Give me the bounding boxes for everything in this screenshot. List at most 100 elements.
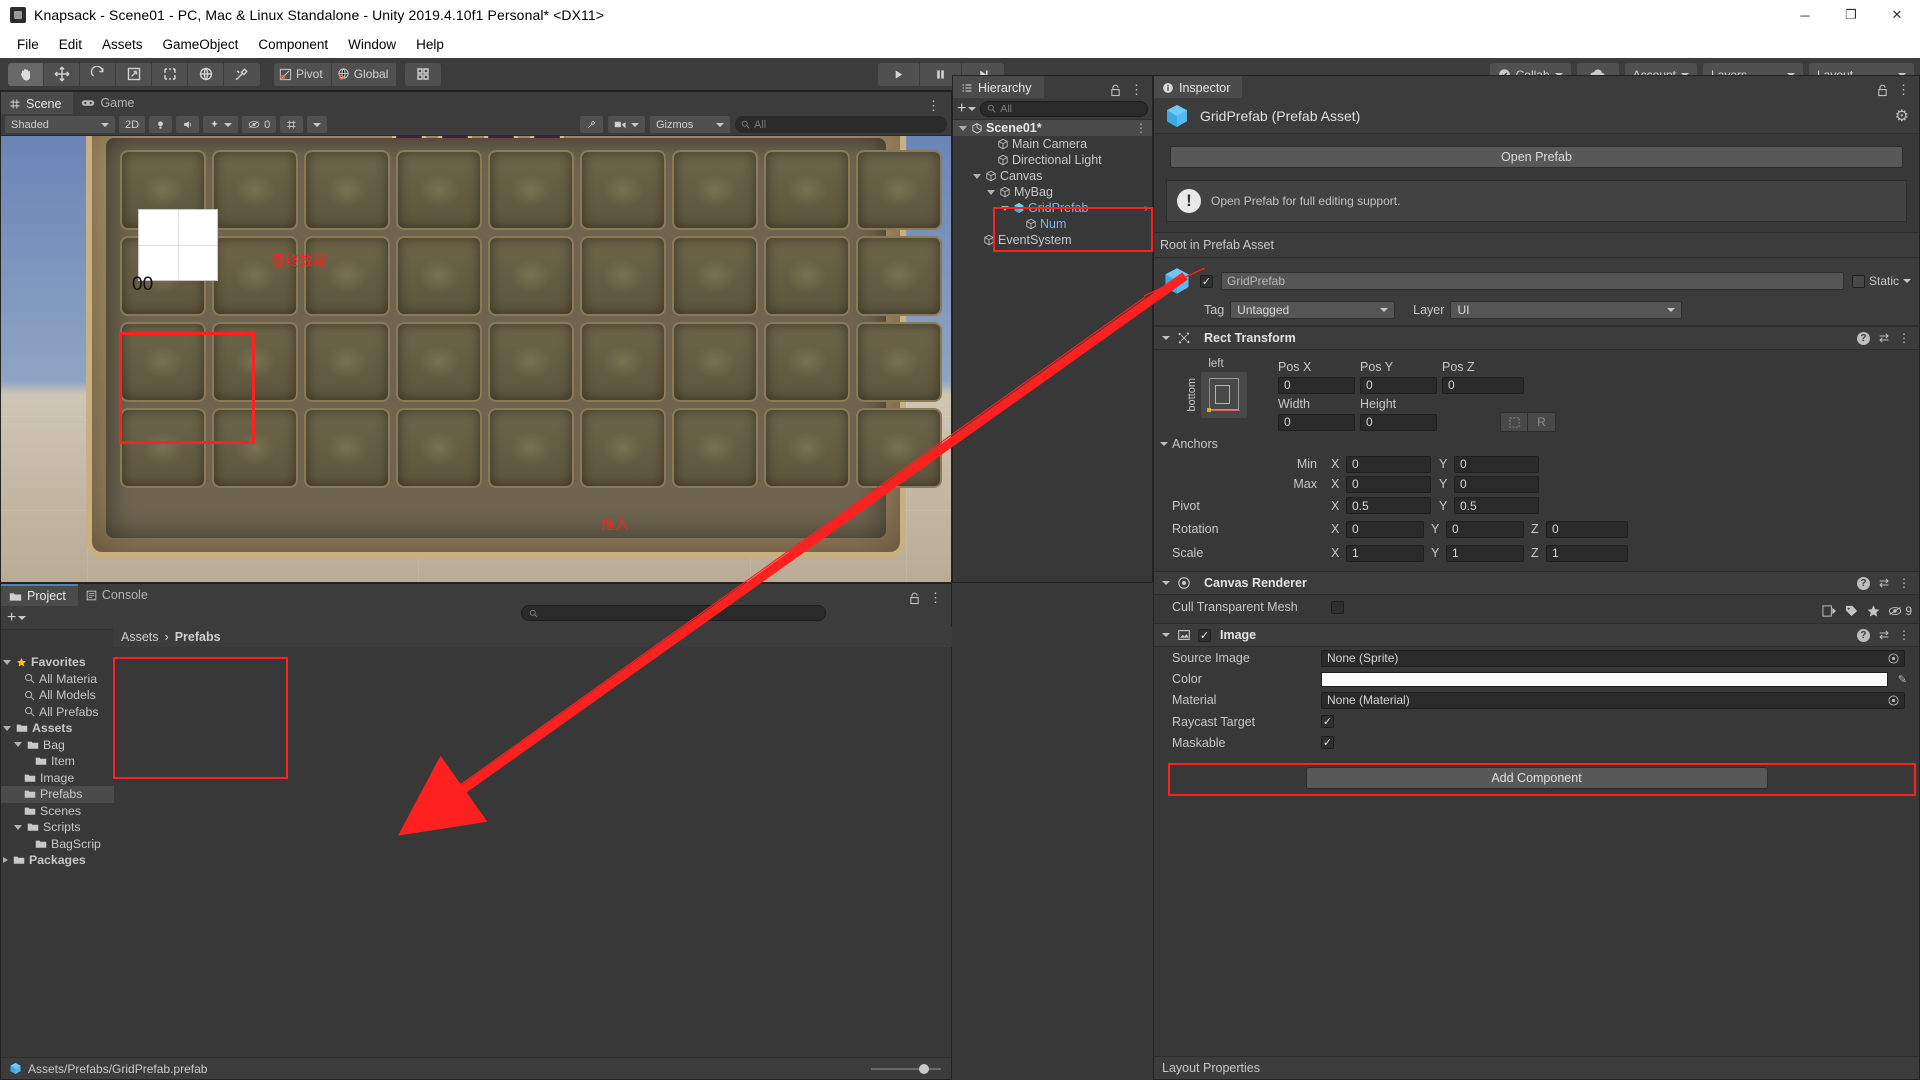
scale-y-field[interactable]: 1 (1446, 544, 1524, 562)
play-button[interactable] (878, 63, 920, 86)
project-tree-item-packages[interactable]: Packages (1, 852, 114, 869)
project-tree-item-bagscrip[interactable]: BagScrip (1, 836, 114, 853)
raw-edit-mode-button[interactable]: R (1528, 412, 1556, 432)
close-button[interactable]: ✕ (1874, 0, 1920, 30)
hierarchy-item-maincamera[interactable]: Main Camera (953, 136, 1152, 152)
scene-hidden-objects-toggle[interactable]: 0 (242, 116, 277, 133)
preset-icon[interactable]: ⇄ (1879, 331, 1889, 345)
preset-icon[interactable]: ⇄ (1879, 576, 1889, 590)
menu-file[interactable]: File (8, 34, 48, 55)
width-field[interactable]: 0 (1278, 413, 1355, 431)
tab-scene[interactable]: Scene (1, 92, 74, 114)
scene-search-input[interactable]: All (735, 116, 947, 133)
project-tree-item-item[interactable]: Item (1, 753, 114, 770)
favorites-star-icon[interactable] (1866, 604, 1881, 618)
tab-hierarchy[interactable]: Hierarchy (953, 76, 1044, 98)
foldout-icon[interactable] (1162, 633, 1170, 637)
hierarchy-item-mybag[interactable]: MyBag (953, 184, 1152, 200)
custom-editor-tool-button[interactable] (224, 62, 260, 86)
anchor-preset-block[interactable]: left bottom (1162, 358, 1270, 432)
inspector-settings-icon[interactable]: ⚙ (1895, 106, 1909, 126)
project-tree-item-bag[interactable]: Bag (1, 737, 114, 754)
image-component-header[interactable]: ✓ Image ? ⇄ ⋮ (1154, 623, 1919, 647)
hierarchy-item-scene01[interactable]: Scene01* ⋮ (953, 120, 1152, 136)
canvas-renderer-header[interactable]: Canvas Renderer ? ⇄ ⋮ (1154, 571, 1919, 595)
static-toggle[interactable]: Static (1851, 274, 1911, 288)
rect-tool-button[interactable] (152, 62, 188, 86)
hierarchy-item-gridprefab[interactable]: GridPrefab › (953, 200, 1152, 216)
anchor-max-x-field[interactable]: 0 (1346, 475, 1431, 493)
scene-viewport[interactable]: 00 最终效果 拖入 (1, 136, 951, 582)
help-icon[interactable]: ? (1856, 331, 1870, 345)
pivot-toggle-button[interactable]: Pivot (274, 62, 332, 86)
open-prefab-button[interactable]: Open Prefab (1170, 146, 1903, 168)
scale-z-field[interactable]: 1 (1546, 544, 1628, 562)
component-menu-icon[interactable]: ⋮ (1898, 576, 1911, 590)
scene-tools-button[interactable] (580, 116, 603, 133)
component-menu-icon[interactable]: ⋮ (1898, 628, 1911, 642)
blueprint-mode-icon[interactable] (1500, 412, 1528, 432)
global-toggle-button[interactable]: Global (331, 62, 398, 86)
pos-z-field[interactable]: 0 (1442, 376, 1524, 394)
hidden-count-badge[interactable]: 9 (1888, 604, 1912, 618)
hierarchy-item-directionallight[interactable]: Directional Light (953, 152, 1152, 168)
lock-icon[interactable] (1877, 84, 1888, 97)
height-field[interactable]: 0 (1360, 413, 1437, 431)
project-menu-icon[interactable]: ⋮ (929, 590, 943, 606)
foldout-icon[interactable] (1160, 442, 1168, 446)
hierarchy-item-num[interactable]: Num (953, 216, 1152, 232)
project-tree-item-allprefabs[interactable]: All Prefabs (1, 704, 114, 721)
scene-grid-settings-dropdown[interactable] (307, 116, 328, 133)
material-field[interactable]: None (Material) (1321, 691, 1905, 709)
anchor-min-y-field[interactable]: 0 (1454, 455, 1539, 473)
pivot-y-field[interactable]: 0.5 (1454, 497, 1539, 514)
create-asset-button[interactable]: + (7, 609, 27, 625)
scene-audio-button[interactable] (176, 116, 200, 133)
grid-snap-button[interactable] (405, 62, 442, 86)
hierarchy-search-input[interactable]: All (980, 100, 1148, 117)
search-by-type-icon[interactable] (1822, 604, 1837, 618)
object-picker-icon[interactable] (1888, 652, 1899, 664)
source-image-field[interactable]: None (Sprite) (1321, 649, 1905, 667)
gizmos-dropdown[interactable]: Gizmos (650, 116, 730, 133)
maximize-button[interactable]: ❐ (1828, 0, 1874, 30)
menu-edit[interactable]: Edit (50, 34, 91, 55)
project-tree-item-scenes[interactable]: Scenes (1, 803, 114, 820)
inspector-menu-icon[interactable]: ⋮ (1897, 82, 1911, 98)
foldout-icon[interactable] (1162, 581, 1170, 585)
menu-component[interactable]: Component (249, 34, 337, 55)
shading-mode-dropdown[interactable]: Shaded (5, 116, 115, 133)
preset-icon[interactable]: ⇄ (1879, 628, 1889, 642)
rotate-tool-button[interactable] (80, 62, 116, 86)
breadcrumb-prefabs[interactable]: Prefabs (175, 630, 221, 644)
foldout-icon[interactable] (3, 857, 8, 864)
object-picker-icon[interactable] (1888, 694, 1899, 706)
foldout-icon[interactable] (987, 189, 995, 195)
color-swatch[interactable] (1321, 671, 1888, 687)
maskable-checkbox[interactable]: ✓ (1321, 736, 1334, 749)
scene-fx-dropdown[interactable] (203, 116, 239, 133)
toggle-2d-button[interactable]: 2D (119, 116, 146, 133)
rot-z-field[interactable]: 0 (1546, 520, 1628, 538)
tab-inspector[interactable]: Inspector (1154, 76, 1243, 98)
project-tree-item-scripts[interactable]: Scripts (1, 819, 114, 836)
anchors-foldout[interactable]: Anchors (1154, 434, 1919, 454)
static-checkbox[interactable] (1851, 274, 1865, 288)
lock-icon[interactable] (909, 592, 920, 605)
layout-properties-bar[interactable]: Layout Properties (1154, 1056, 1919, 1079)
component-menu-icon[interactable]: ⋮ (1898, 331, 1911, 345)
foldout-icon[interactable] (14, 824, 22, 830)
scale-x-field[interactable]: 1 (1346, 544, 1424, 562)
help-icon[interactable]: ? (1856, 576, 1870, 590)
foldout-icon[interactable] (3, 725, 11, 731)
pivot-x-field[interactable]: 0.5 (1346, 497, 1431, 514)
pos-y-field[interactable]: 0 (1360, 376, 1437, 394)
foldout-icon[interactable] (3, 659, 11, 665)
hierarchy-item-canvas[interactable]: Canvas (953, 168, 1152, 184)
help-icon[interactable]: ? (1856, 628, 1870, 642)
scene-context-menu-icon[interactable]: ⋮ (1135, 121, 1148, 135)
anchor-preview-widget[interactable] (1200, 372, 1247, 418)
menu-assets[interactable]: Assets (93, 34, 152, 55)
tab-project[interactable]: Project (1, 584, 78, 606)
foldout-icon[interactable] (973, 173, 981, 179)
